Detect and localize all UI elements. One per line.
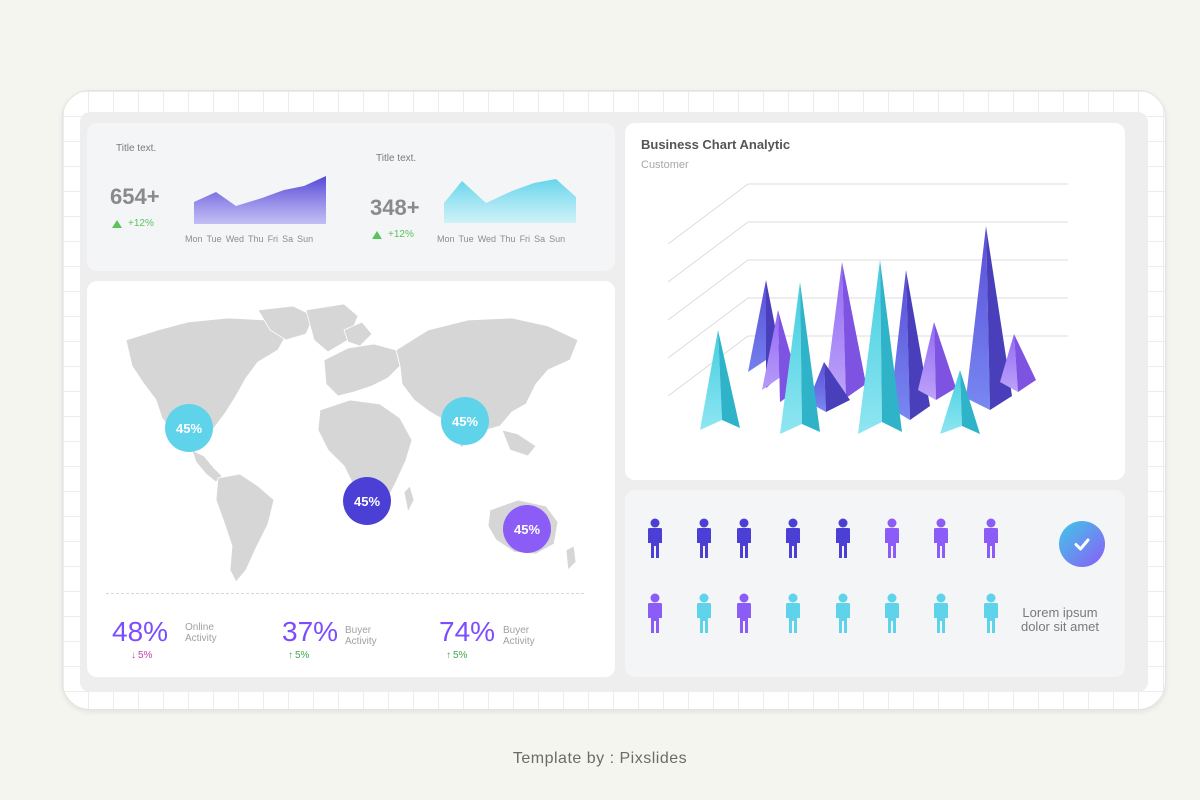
person-icon [645,518,665,565]
person-icon [694,593,714,640]
stat-change-2: ↑ 5% [288,650,310,661]
stat-change-3: ↑ 5% [446,650,468,661]
map-divider [106,593,584,594]
person-icon [931,518,951,565]
kpi-value-2: 348+ [370,195,420,220]
stat-pct-2: 37% [282,616,339,647]
chart-subtitle: Customer [641,159,689,171]
day-label: Sa [282,234,294,244]
person-icon [981,518,1001,565]
footer-credit: Template by : Pixslides [512,750,688,767]
day-label: Fri [519,234,531,244]
person-icon [783,518,803,565]
pyramid-chart [667,183,1068,434]
check-icon [1074,538,1090,551]
stat-label-3: Buyer Activity [503,625,535,647]
stat-change-1: ↓ 5% [131,650,153,661]
kpi-days-1: Mon Tue Wed Thu Fri Sa Sun [185,234,313,244]
person-icon [833,518,853,565]
check-button[interactable] [1059,521,1105,567]
day-label: Sun [549,234,566,244]
stat-label-2: Buyer Activity [345,625,377,647]
map-bubble-na[interactable]: 45% [165,404,213,452]
person-icon [694,518,714,565]
day-label: Mon [185,234,203,244]
person-icon [833,593,853,640]
kpi-change-1: +12% [112,218,154,229]
up-triangle-icon [112,219,122,228]
kpi-sparkline-1 [194,176,326,224]
map-bubble-africa[interactable]: 45% [343,477,391,525]
people-caption: Lorem ipsum dolor sit amet [1020,605,1100,634]
person-icon [882,593,902,640]
day-label: Thu [248,234,264,244]
day-label: Thu [500,234,516,244]
kpi-title-2: Title text. [376,153,417,164]
up-triangle-icon [372,230,382,239]
kpi-value-1: 654+ [110,184,160,209]
stat-pct-1: 48% [112,616,169,647]
day-label: Sun [297,234,314,244]
kpi-change-2: +12% [372,229,414,240]
kpi-change-2-text: +12% [388,229,414,240]
kpi-change-1-text: +12% [128,218,154,229]
person-icon [981,593,1001,640]
person-icon [645,593,665,640]
map-bubble-asia[interactable]: 45% [441,397,489,445]
person-icon [931,593,951,640]
kpi-title-1: Title text. [116,143,157,154]
day-label: Wed [477,234,497,244]
kpi-days-2: Mon Tue Wed Thu Fri Sa Sun [437,234,565,244]
day-label: Wed [225,234,245,244]
stat-pct-3: 74% [439,616,496,647]
person-icon [882,518,902,565]
person-icon [734,593,754,640]
day-label: Fri [267,234,279,244]
stat-label-1: Online Activity [185,622,217,644]
chart-title: Business Chart Analytic [641,137,791,152]
day-label: Tue [458,234,474,244]
day-label: Sa [534,234,546,244]
day-label: Tue [206,234,222,244]
kpi-sparkline-2 [444,179,576,223]
day-label: Mon [437,234,455,244]
map-bubble-australia[interactable]: 45% [503,505,551,553]
person-icon [783,593,803,640]
person-icon [734,518,754,565]
